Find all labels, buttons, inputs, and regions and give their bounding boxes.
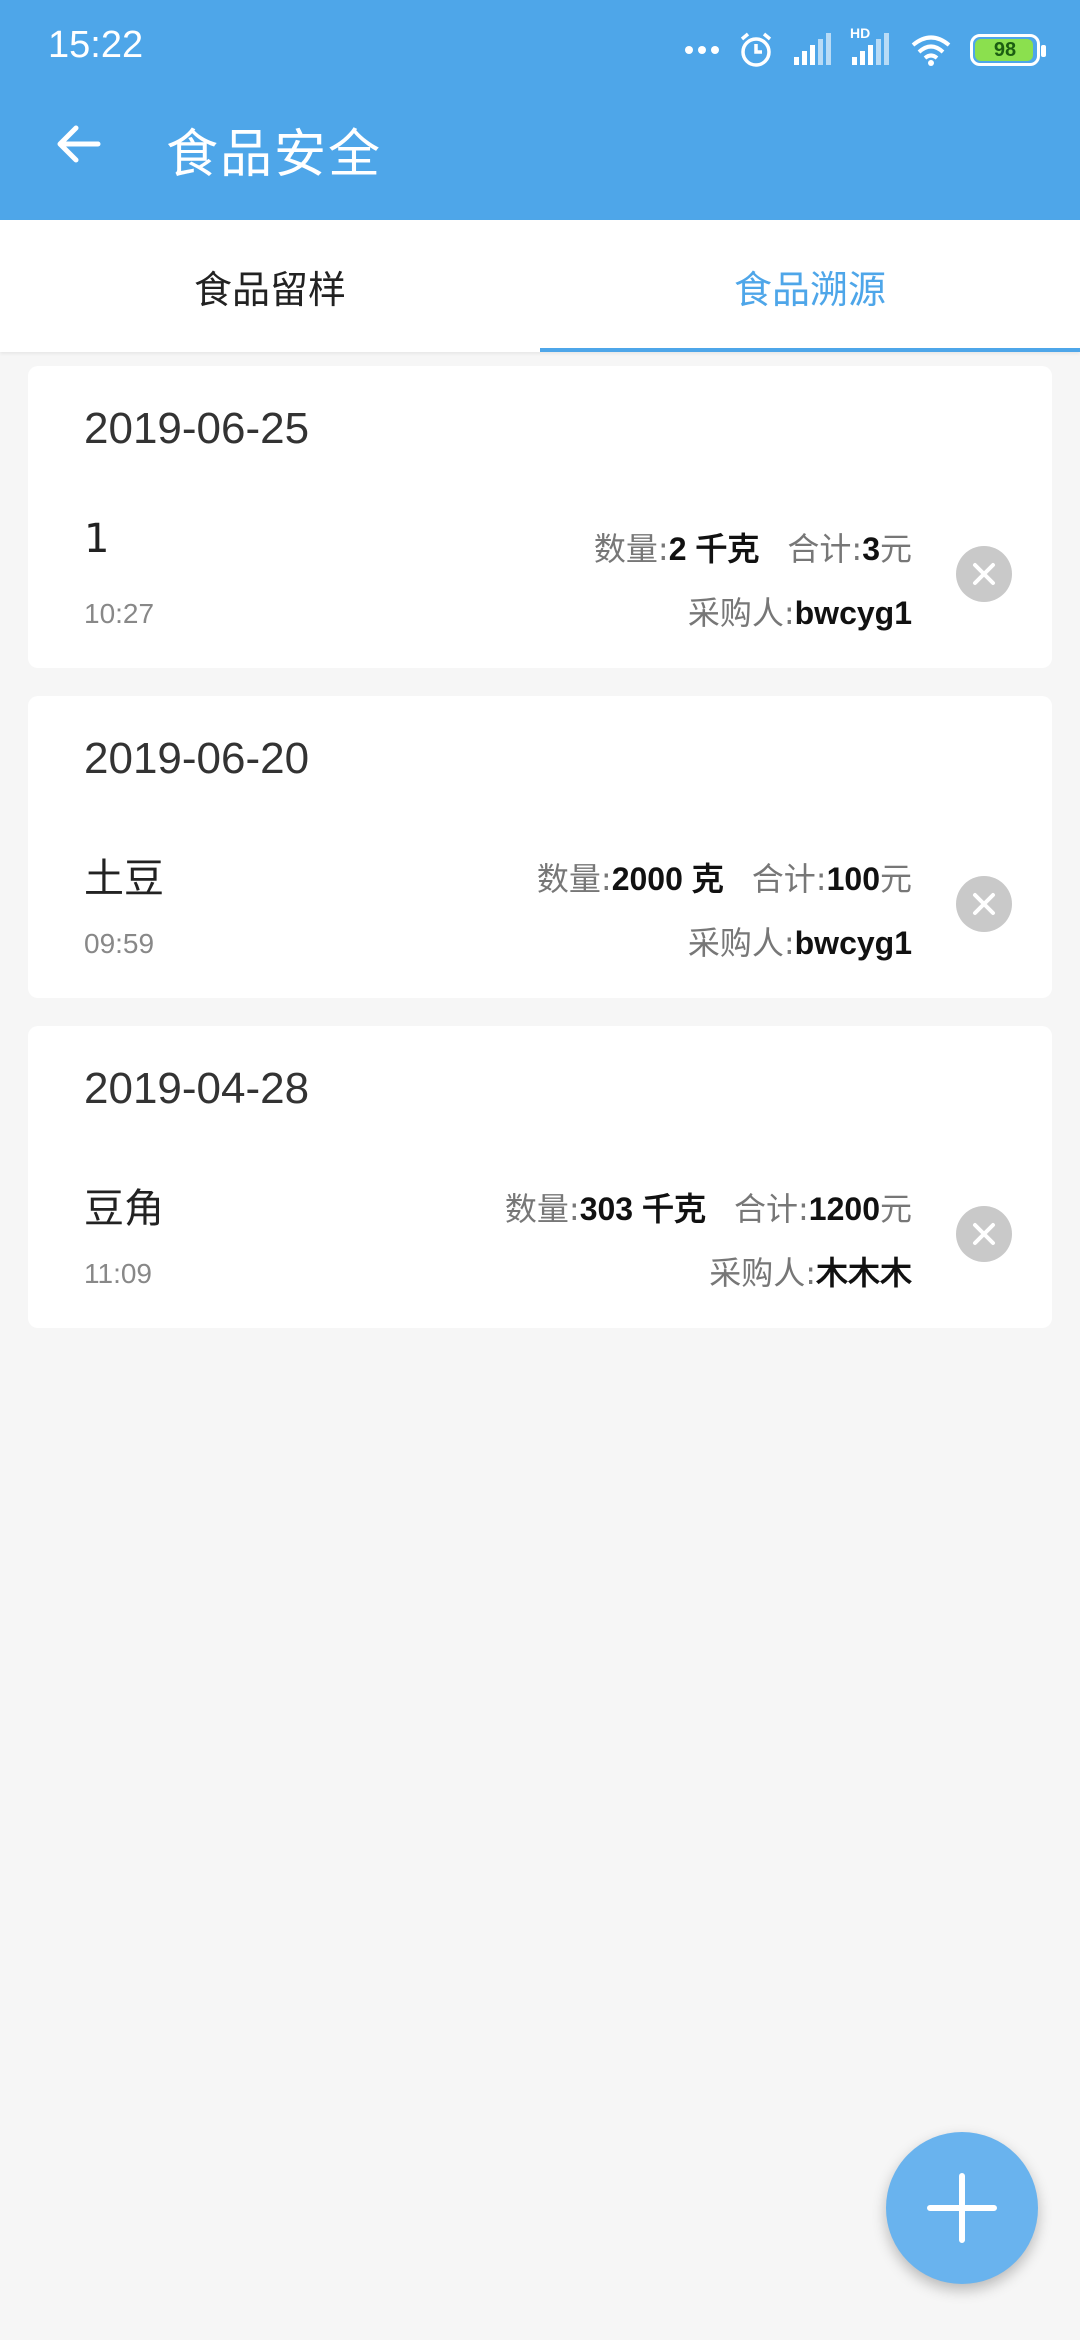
- quantity-label: 数量:: [593, 530, 669, 568]
- record-card[interactable]: 2019-06-20 土豆 09:59 数量:2000 克 合计:100元 采购…: [28, 696, 1052, 998]
- tab-food-sample[interactable]: 食品留样: [0, 220, 540, 352]
- currency-unit: 元: [879, 860, 912, 898]
- tab-bar: 食品留样 食品溯源: [0, 220, 1080, 352]
- plus-icon: [927, 2173, 997, 2243]
- quantity-group: 数量:2000 克: [537, 854, 724, 900]
- status-bar: 15:22 HD 98: [0, 0, 1080, 100]
- quantity-total-line: 数量:303 千克 合计:1200元: [505, 1184, 912, 1230]
- buyer-value: bwcyg1: [794, 595, 912, 631]
- hd-label: HD: [850, 25, 871, 41]
- battery-icon: 98: [970, 34, 1046, 66]
- item-time: 11:09: [84, 1258, 152, 1289]
- total-group: 合计:3元: [787, 524, 912, 570]
- signal-icon: [792, 33, 832, 67]
- hd-signal-icon: HD: [850, 25, 892, 67]
- app-bar: 15:22 HD 98 食品安全: [0, 0, 1080, 220]
- total-group: 合计:100元: [752, 854, 912, 900]
- total-label: 合计:: [734, 1190, 809, 1228]
- delete-button[interactable]: [956, 876, 1012, 932]
- item-name: 豆角: [84, 1186, 164, 1232]
- status-icons: HD 98: [684, 25, 1046, 74]
- close-icon: [973, 893, 995, 915]
- quantity-total-line: 数量:2000 克 合计:100元: [537, 854, 912, 900]
- item-name: 1: [84, 516, 110, 562]
- buyer-label: 采购人:: [709, 1254, 816, 1292]
- record-list: 2019-06-25 1 10:27 数量:2 千克 合计:3元 采购人:bwc…: [28, 366, 1052, 1356]
- battery-level: 98: [993, 38, 1017, 61]
- quantity-value: 303 千克: [579, 1191, 706, 1227]
- delete-button[interactable]: [956, 1206, 1012, 1262]
- status-time: 15:22: [48, 24, 144, 66]
- record-date: 2019-04-28: [84, 1064, 310, 1113]
- add-record-button[interactable]: [886, 2132, 1038, 2284]
- total-label: 合计:: [787, 530, 863, 568]
- delete-button[interactable]: [956, 546, 1012, 602]
- arrow-left-icon: [57, 125, 101, 163]
- item-name: 土豆: [84, 856, 164, 902]
- currency-unit: 元: [879, 530, 912, 568]
- quantity-label: 数量:: [504, 1190, 580, 1228]
- quantity-label: 数量:: [536, 860, 612, 898]
- currency-unit: 元: [879, 1190, 912, 1228]
- record-card[interactable]: 2019-04-28 豆角 11:09 数量:303 千克 合计:1200元 采…: [28, 1026, 1052, 1328]
- back-button[interactable]: [40, 106, 116, 182]
- total-value: 1200: [808, 1191, 880, 1227]
- record-date: 2019-06-20: [84, 734, 310, 783]
- buyer-value: 木木木: [815, 1255, 912, 1291]
- close-icon: [973, 1223, 995, 1245]
- buyer-line: 采购人:木木木: [709, 1248, 912, 1294]
- item-time: 10:27: [84, 598, 155, 629]
- total-label: 合计:: [751, 860, 827, 898]
- quantity-group: 数量:2 千克: [594, 524, 760, 570]
- total-value: 3: [862, 531, 880, 567]
- buyer-value: bwcyg1: [794, 925, 912, 961]
- record-date: 2019-06-25: [84, 404, 310, 453]
- total-value: 100: [826, 861, 880, 897]
- quantity-value: 2 千克: [668, 531, 760, 567]
- page-title: 食品安全: [166, 125, 383, 185]
- close-icon: [973, 563, 995, 585]
- total-group: 合计:1200元: [734, 1184, 912, 1230]
- quantity-total-line: 数量:2 千克 合计:3元: [594, 524, 912, 570]
- buyer-line: 采购人:bwcyg1: [688, 918, 912, 964]
- buyer-line: 采购人:bwcyg1: [688, 588, 912, 634]
- quantity-group: 数量:303 千克: [505, 1184, 706, 1230]
- buyer-label: 采购人:: [687, 594, 795, 632]
- tab-food-trace[interactable]: 食品溯源: [540, 220, 1080, 352]
- record-card[interactable]: 2019-06-25 1 10:27 数量:2 千克 合计:3元 采购人:bwc…: [28, 366, 1052, 668]
- item-time: 09:59: [84, 928, 155, 959]
- alarm-icon: [738, 31, 774, 69]
- buyer-label: 采购人:: [687, 924, 795, 962]
- more-dots-icon: [684, 45, 720, 55]
- wifi-icon: [910, 34, 952, 66]
- quantity-value: 2000 克: [611, 861, 724, 897]
